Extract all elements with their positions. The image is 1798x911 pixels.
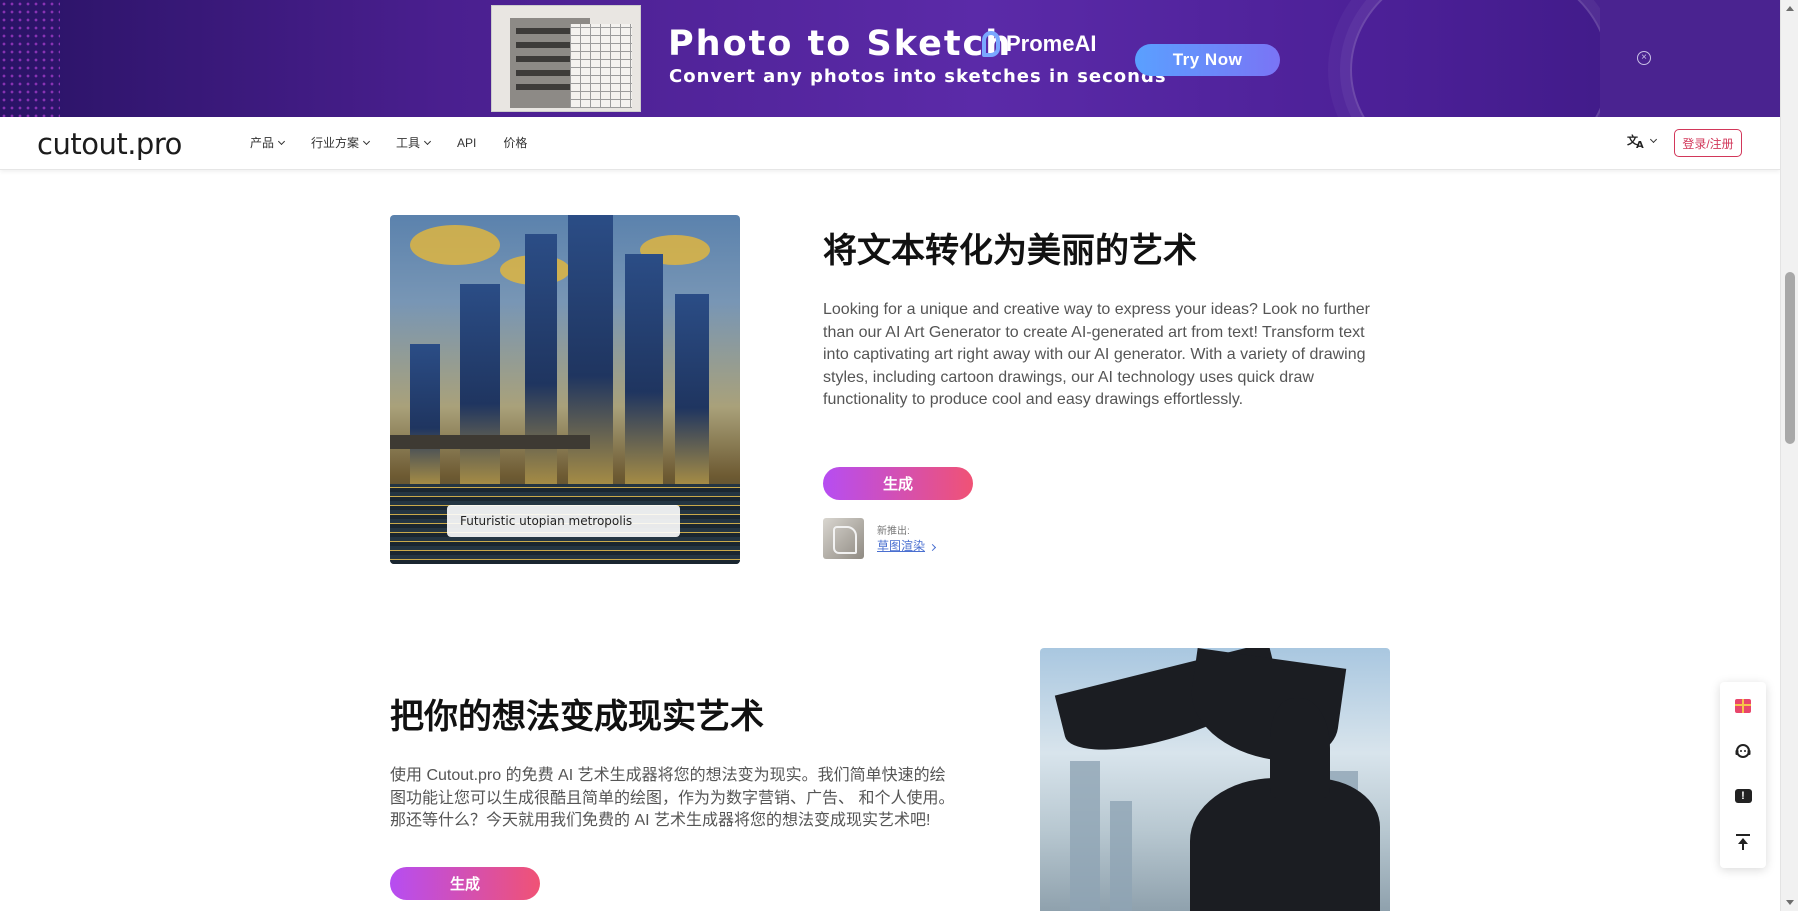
page-scrollbar[interactable] [1780, 0, 1798, 911]
login-register-button[interactable]: 登录/注册 [1674, 129, 1742, 157]
ad-banner[interactable]: Photo to Sketch Convert any photos into … [0, 0, 1780, 117]
section-title: 将文本转化为美丽的艺术 [823, 231, 1197, 271]
floating-toolbar: ! [1720, 682, 1766, 868]
translate-icon: 文 A [1627, 133, 1644, 149]
nav-item-pricing[interactable]: 价格 [503, 134, 527, 151]
ad-brand: PromeAI [982, 31, 1096, 57]
nav-item-label: 行业方案 [311, 136, 360, 150]
support-agent-icon[interactable] [1720, 731, 1766, 771]
chevron-right-icon [928, 543, 937, 552]
svg-text:A: A [1636, 140, 1644, 149]
feedback-icon[interactable]: ! [1720, 776, 1766, 816]
nav-item-label: 工具 [396, 136, 421, 150]
gift-icon[interactable] [1720, 686, 1766, 726]
close-icon[interactable]: × [1637, 51, 1651, 65]
ad-thumbnail-image [491, 5, 641, 112]
nav-item-tools[interactable]: 工具 [396, 134, 432, 151]
ad-brand-name: PromeAI [1006, 31, 1097, 56]
nav-item-solutions[interactable]: 行业方案 [311, 134, 371, 151]
nav-item-label: 产品 [250, 136, 275, 150]
feedback-symbol: ! [1734, 789, 1752, 803]
sketch-render-thumbnail [823, 518, 864, 559]
generate-button[interactable]: 生成 [823, 467, 973, 500]
chevron-down-icon [1649, 135, 1658, 144]
ad-try-now-button[interactable]: Try Now [1135, 44, 1280, 76]
site-logo[interactable]: cutout.pro [37, 127, 182, 161]
chevron-down-icon [362, 137, 371, 145]
new-release-label: 新推出: [877, 526, 910, 537]
scrollbar-thumb[interactable] [1785, 272, 1795, 444]
ad-subtitle: Convert any photos into sketches in seco… [669, 66, 1167, 87]
ad-side-panel [1600, 0, 1780, 117]
image-prompt-caption: Futuristic utopian metropolis [447, 505, 680, 537]
nav-item-label: 价格 [503, 136, 528, 150]
top-nav: cutout.pro 产品 行业方案 工具 API 价格 文 A 登录/注册 [0, 117, 1780, 170]
chevron-down-icon [277, 137, 286, 145]
scroll-down-arrow-icon[interactable] [1786, 900, 1794, 905]
city-art-image: Futuristic utopian metropolis [390, 215, 740, 564]
promeai-logo-icon [982, 31, 1000, 57]
nav-item-products[interactable]: 产品 [250, 134, 286, 151]
ad-decoration [0, 0, 60, 117]
support-agent-svg [1735, 744, 1751, 758]
section-description: 使用 Cutout.pro 的免费 AI 艺术生成器将您的想法变为现实。我们简单… [390, 767, 955, 829]
ad-decoration-waves [1350, 0, 1610, 117]
section-description: Looking for a unique and creative way to… [823, 301, 1370, 408]
generate-button[interactable]: 生成 [390, 867, 540, 900]
dragon-art-image [1040, 648, 1390, 911]
scroll-up-arrow-icon[interactable] [1786, 6, 1794, 11]
nav-item-api[interactable]: API [457, 134, 476, 151]
nav-menu: 产品 行业方案 工具 API 价格 [250, 134, 554, 151]
language-selector[interactable]: 文 A [1627, 133, 1658, 149]
nav-item-label: API [457, 135, 477, 150]
new-release-promo[interactable]: 新推出: 草图渲染 [823, 518, 937, 559]
sketch-render-link[interactable]: 草图渲染 [877, 539, 925, 553]
ad-title: Photo to Sketch [668, 24, 1013, 64]
chevron-down-icon [424, 137, 432, 145]
back-to-top-icon[interactable] [1720, 822, 1766, 862]
section-title: 把你的想法变成现实艺术 [390, 697, 764, 737]
